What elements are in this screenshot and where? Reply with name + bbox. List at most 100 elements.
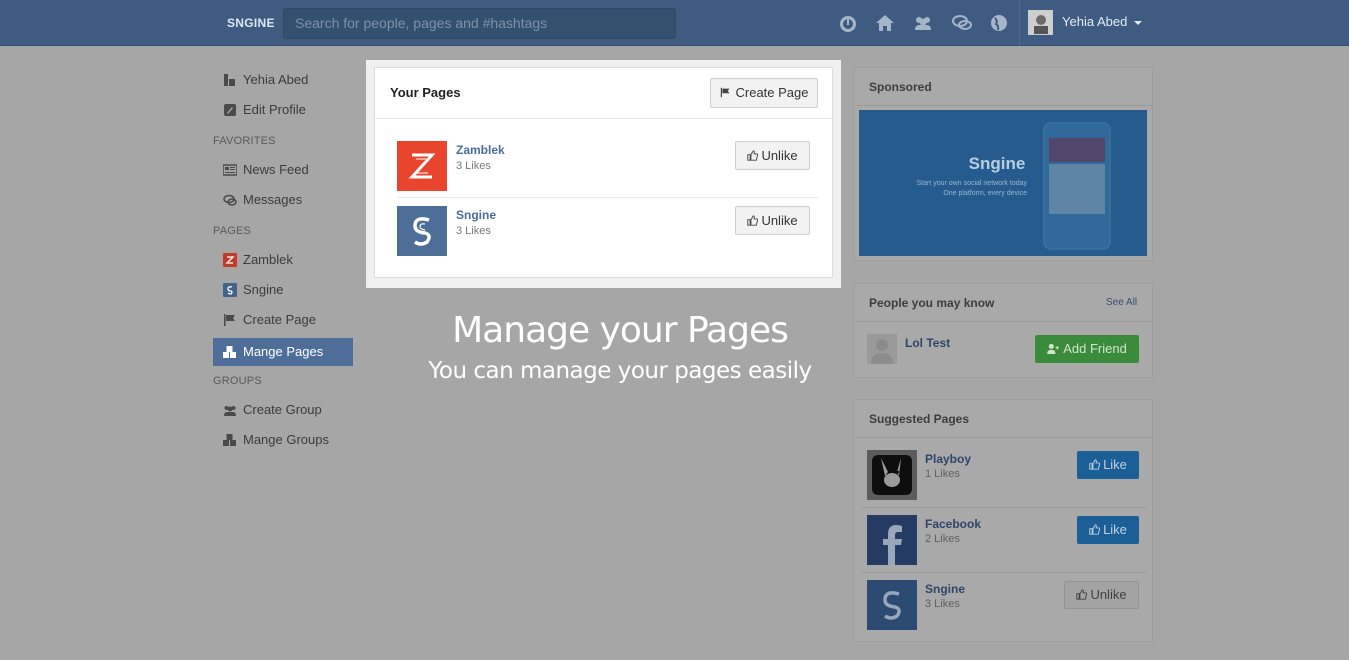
friends-icon[interactable]	[912, 12, 934, 34]
sponsored-banner[interactable]: Sngine Start your own social network tod…	[859, 110, 1147, 256]
comments-icon	[223, 194, 237, 206]
unlike-button[interactable]: Unlike	[735, 206, 810, 235]
sidebar-item-label: Edit Profile	[243, 102, 306, 117]
sidebar-item-manage-groups[interactable]: Mange Groups	[213, 428, 353, 458]
user-icon	[224, 74, 235, 86]
sidebar-item-zamblek[interactable]: Zamblek	[213, 248, 353, 278]
your-pages-card: Your Pages Create Page Zamblek 3 Likes U…	[374, 67, 833, 278]
see-all-link[interactable]: See All	[1106, 297, 1137, 308]
edit-icon	[224, 104, 236, 116]
sidebar-item-manage-pages[interactable]: Mange Pages	[213, 338, 353, 366]
sidebar-item-label: Zamblek	[243, 252, 293, 267]
row-divider	[862, 572, 1146, 573]
dashboard-icon[interactable]	[837, 12, 859, 34]
nav-divider	[1019, 0, 1020, 46]
thumbs-up-icon	[747, 215, 759, 226]
add-friend-label: Add Friend	[1063, 341, 1127, 356]
page-thumbnail-playboy[interactable]	[867, 450, 917, 500]
sidebar-item-label: Sngine	[243, 282, 284, 297]
unlike-button[interactable]: Unlike	[735, 141, 810, 170]
sidebar-item-create-group[interactable]: Create Group	[213, 398, 353, 428]
card-title: Suggested Pages	[869, 412, 970, 426]
group-icon	[224, 406, 236, 416]
top-navbar: SNGINE Search for people, pages and #has…	[0, 0, 1349, 46]
like-button[interactable]: Like	[1077, 451, 1139, 479]
sidebar-item-edit-profile[interactable]: Edit Profile	[213, 98, 353, 128]
tour-caption-subtitle: You can manage your pages easily	[428, 358, 812, 384]
page-thumbnail-facebook[interactable]	[867, 515, 917, 565]
sidebar-item-label: Yehia Abed	[243, 72, 309, 87]
avatar[interactable]	[867, 334, 897, 364]
add-friend-button[interactable]: Add Friend	[1035, 335, 1139, 363]
thumbs-up-icon	[747, 150, 759, 161]
sidebar-item-label: Create Page	[243, 312, 316, 327]
card-title: Your Pages	[390, 85, 461, 100]
card-title: Sponsored	[869, 80, 932, 94]
page-name-link[interactable]: Playboy	[925, 452, 971, 466]
ad-line: One platform, every device	[943, 190, 1027, 197]
sidebar-item-label: Mange Pages	[243, 344, 324, 359]
page-thumbnail-zamblek[interactable]	[397, 141, 447, 191]
like-label: Like	[1103, 457, 1127, 472]
home-icon[interactable]	[874, 12, 896, 34]
sidebar-section-pages: PAGES	[213, 225, 252, 237]
card-divider	[854, 105, 1152, 106]
page-name-link[interactable]: Facebook	[925, 517, 981, 531]
flag-icon	[720, 87, 729, 98]
suggested-pages-card: Suggested Pages Playboy 1 Likes Like Fac…	[853, 399, 1153, 642]
sidebar-item-label: News Feed	[243, 162, 309, 177]
sngine-page-icon	[223, 283, 237, 297]
create-page-label: Create Page	[735, 85, 809, 100]
page-name-link[interactable]: Sngine	[456, 208, 496, 222]
messages-icon[interactable]	[951, 12, 973, 34]
user-menu-name[interactable]: Yehia Abed	[1062, 14, 1127, 29]
sidebar-item-label: Mange Groups	[243, 432, 329, 447]
search-input[interactable]: Search for people, pages and #hashtags	[283, 8, 676, 39]
card-title: People you may know	[869, 296, 995, 310]
sidebar-item-label: Create Group	[243, 402, 322, 417]
unlike-label: Unlike	[761, 213, 798, 228]
ad-title: Sngine	[968, 154, 1026, 173]
page-likes-count: 3 Likes	[456, 225, 491, 237]
person-name-link[interactable]: Lol Test	[905, 336, 950, 350]
unlike-button[interactable]: Unlike	[1064, 581, 1139, 609]
page-name-link[interactable]: Zamblek	[456, 143, 505, 157]
sidebar-section-favorites: FAVORITES	[213, 135, 276, 147]
page-likes-count: 3 Likes	[456, 160, 491, 172]
page-likes-count: 1 Likes	[925, 468, 960, 480]
sidebar-item-sngine[interactable]: Sngine	[213, 278, 353, 308]
page-name-link[interactable]: Sngine	[925, 582, 965, 596]
brand-logo[interactable]: SNGINE	[227, 16, 275, 30]
sidebar-item-news-feed[interactable]: News Feed	[213, 158, 353, 188]
tour-caption-title: Manage your Pages	[452, 310, 789, 351]
page-thumbnail-sngine[interactable]	[867, 580, 917, 630]
sidebar-item-create-page[interactable]: Create Page	[213, 308, 353, 338]
thumbs-up-icon	[1089, 459, 1101, 470]
sponsored-card: Sponsored Sngine Start your own social n…	[853, 67, 1153, 261]
create-page-button[interactable]: Create Page	[710, 78, 818, 108]
thumbs-up-icon	[1089, 524, 1101, 535]
sidebar-item-profile[interactable]: Yehia Abed	[213, 68, 353, 98]
like-button[interactable]: Like	[1077, 516, 1139, 544]
globe-icon[interactable]	[988, 12, 1010, 34]
ad-line: Start your own social network today	[916, 180, 1028, 187]
like-label: Like	[1103, 522, 1127, 537]
sidebar-section-groups: GROUPS	[213, 375, 262, 387]
row-divider	[397, 197, 818, 198]
page-likes-count: 2 Likes	[925, 533, 960, 545]
flag-icon	[224, 314, 235, 326]
user-avatar[interactable]	[1028, 10, 1053, 35]
card-divider	[854, 321, 1152, 322]
zamblek-page-icon	[223, 253, 237, 267]
phone-mockup-image	[1043, 122, 1111, 250]
sidebar-item-messages[interactable]: Messages	[213, 188, 353, 218]
chevron-down-icon[interactable]	[1134, 21, 1142, 25]
page-thumbnail-sngine[interactable]	[397, 206, 447, 256]
newspaper-icon	[223, 164, 237, 176]
cubes-icon	[223, 346, 236, 358]
thumbs-up-icon	[1076, 589, 1088, 600]
unlike-label: Unlike	[761, 148, 798, 163]
people-you-may-know-card: People you may know See All Lol Test Add…	[853, 283, 1153, 378]
page-likes-count: 3 Likes	[925, 598, 960, 610]
user-plus-icon	[1047, 343, 1060, 354]
